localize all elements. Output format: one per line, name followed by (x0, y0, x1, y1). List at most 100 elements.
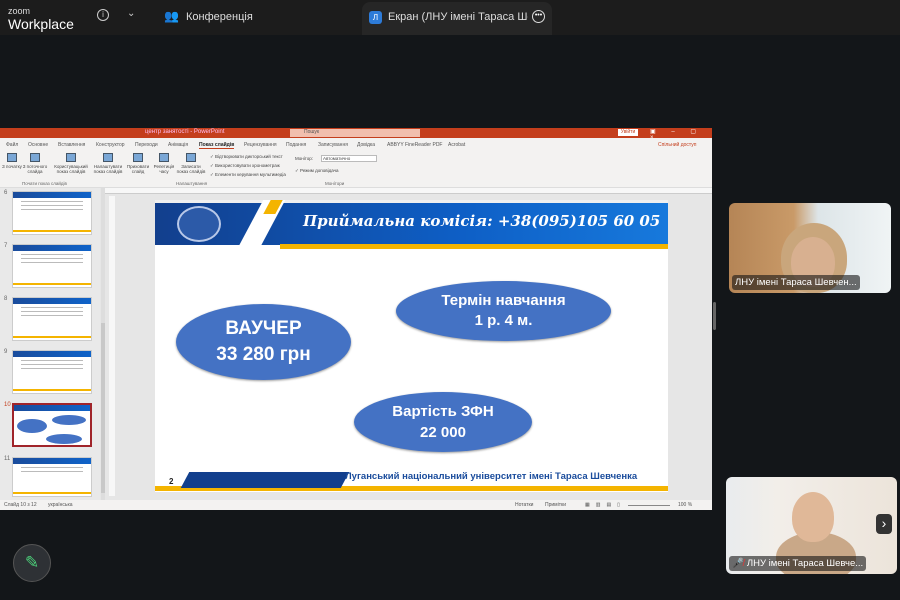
record-show-button[interactable]: Записати показ слайдів (176, 153, 206, 174)
monitor-label: Монітор: (295, 156, 314, 161)
participant-name-bar: 🎤̸ ЛНУ імені Тараса Шевче... (729, 556, 867, 571)
label: Приховати слайд (126, 164, 150, 174)
tab-design[interactable]: Конструктор (96, 142, 125, 148)
zoom-level: 100 % (678, 502, 693, 508)
share-button[interactable]: Спільний доступ (658, 142, 696, 148)
participant-face (792, 492, 834, 542)
label: З початку (2, 164, 22, 169)
thumb-number: 7 (4, 243, 8, 249)
thumbnails-scrollbar[interactable] (101, 188, 105, 500)
voucher-ellipse: ВАУЧЕР 33 280 грн (176, 304, 351, 380)
ribbon-tabs: Файл Основне Вставлення Конструктор Пере… (0, 138, 712, 150)
custom-show-button[interactable]: Користувацький показ слайдів (53, 153, 89, 174)
ribbon: З початку З поточного слайда Користуваць… (0, 150, 712, 188)
presenter-view-checkbox[interactable]: ✓ Режим доповідача (295, 168, 339, 174)
signin-button[interactable]: Увійти (618, 129, 638, 136)
share-scrollbar[interactable] (713, 302, 716, 330)
comments-button[interactable]: Примітки (545, 502, 566, 508)
share-avatar: Л (369, 11, 382, 24)
tab-record[interactable]: Записування (318, 142, 348, 148)
notes-button[interactable]: Нотатки (515, 502, 533, 508)
term-value: 1 р. 4 м. (474, 312, 533, 329)
label: Репетиція часу (153, 164, 175, 174)
share-tab-title: Екран (ЛНУ імені Тараса Шевче (388, 11, 528, 23)
slide-thumbnail[interactable] (12, 191, 92, 235)
tab-home[interactable]: Основне (28, 142, 48, 148)
label: Режим доповідача (300, 168, 339, 173)
cost-value: 22 000 (420, 424, 466, 441)
search-input[interactable]: Пошук (290, 129, 420, 137)
tab-animations[interactable]: Анімація (168, 142, 188, 148)
setup-show-button[interactable]: Налаштувати показ слайдів (93, 153, 123, 174)
monitor-select[interactable]: Автоматично (321, 155, 377, 162)
tab-review[interactable]: Рецензування (244, 142, 277, 148)
horizontal-ruler (105, 188, 712, 194)
participant-video-1[interactable]: ЛНУ імені Тараса Шевчен... (729, 203, 891, 293)
view-buttons[interactable]: ▦▥▤▯ (585, 502, 626, 508)
tab-slideshow[interactable]: Показ слайдів (199, 142, 235, 149)
participant-name: ЛНУ імені Тараса Шевчен... (732, 275, 860, 290)
document-title: центр занятості - PowerPoint (145, 129, 225, 135)
tab-abbyy[interactable]: ABBYY FineReader PDF (387, 142, 443, 148)
status-bar: Слайд 10 з 12 українська Нотатки Примітк… (0, 500, 712, 510)
next-page-chevron-icon[interactable]: › (876, 514, 892, 534)
slide-thumbnail[interactable] (12, 244, 92, 288)
slide-canvas: Приймальна комісія: +38(095)105 60 05 ВА… (155, 200, 668, 492)
label: Користувацький показ слайдів (54, 164, 88, 174)
play-narrations-checkbox[interactable]: ✓ Відтворювати дикторський текст (210, 154, 283, 160)
group-label: Почати показ слайдів (22, 181, 67, 186)
thumb-number: 6 (4, 190, 8, 196)
tab-transitions[interactable]: Переходи (135, 142, 158, 148)
label: Записати показ слайдів (176, 164, 206, 174)
tab-insert[interactable]: Вставлення (58, 142, 85, 148)
university-seal-icon (177, 206, 221, 242)
thumb-number: 11 (4, 456, 11, 462)
slide-counter: Слайд 10 з 12 (4, 502, 37, 508)
label: Відтворювати дикторський текст (215, 154, 283, 159)
tab-view[interactable]: Подання (286, 142, 306, 148)
title-bar: центр занятості - PowerPoint Пошук Увійт… (0, 128, 712, 141)
muted-mic-icon: 🎤̸ (732, 558, 744, 569)
use-timings-checkbox[interactable]: ✓ Використовувати хронометраж (210, 163, 280, 169)
meeting-tab[interactable]: Конференція (186, 11, 253, 23)
university-name: Луганський національний університет імен… (345, 471, 638, 482)
label: Налаштувати показ слайдів (93, 164, 123, 174)
slide-thumbnail[interactable] (12, 350, 92, 394)
more-icon[interactable]: ••• (532, 10, 545, 23)
slide-thumbnail-selected[interactable] (12, 403, 92, 447)
zoom-slider[interactable] (628, 505, 670, 506)
zoom-top-bar: zoom Workplace i ⌄ 👥 Конференція Л Екран… (0, 0, 900, 35)
slide-thumbnail[interactable] (12, 297, 92, 341)
slide-thumbnail[interactable] (12, 457, 92, 497)
voucher-amount: 33 280 грн (216, 344, 311, 365)
media-controls-checkbox[interactable]: ✓ Елементи керування мультимедіа (210, 172, 286, 178)
rehearse-timings-button[interactable]: Репетиція часу (149, 153, 179, 174)
voucher-title: ВАУЧЕР (225, 318, 302, 339)
zoom-logo-small: zoom (8, 6, 31, 16)
group-label: Монітори (325, 181, 345, 186)
annotate-pencil-button[interactable]: ✎ (13, 544, 51, 582)
admissions-phone: Приймальна комісія: +38(095)105 60 05 (303, 212, 661, 230)
chevron-down-icon[interactable]: ⌄ (127, 8, 135, 19)
label: З поточного слайда (22, 164, 48, 174)
footer-blue-band (180, 472, 350, 488)
group-label: Налаштування (176, 181, 208, 186)
language: українська (48, 502, 73, 508)
from-current-button[interactable]: З поточного слайда (20, 153, 50, 174)
tab-help[interactable]: Довідка (357, 142, 375, 148)
thumb-number: 8 (4, 296, 8, 302)
tab-file[interactable]: Файл (6, 142, 18, 148)
thumb-number: 9 (4, 349, 8, 355)
cost-ellipse: Вартість ЗФН 22 000 (354, 392, 532, 452)
participants-icon: 👥 (164, 9, 179, 23)
slide-thumbnails-pane: 6 7 8 9 10 11 (0, 188, 100, 500)
label: Використовувати хронометраж (215, 163, 280, 168)
participant-name: ЛНУ імені Тараса Шевче... (746, 558, 864, 569)
zoom-logo: Workplace (8, 16, 74, 32)
thumb-number: 10 (4, 402, 11, 408)
screen-share-tab[interactable]: Л Екран (ЛНУ імені Тараса Шевче ••• (362, 2, 552, 35)
info-icon[interactable]: i (97, 9, 109, 21)
tab-acrobat[interactable]: Acrobat (448, 142, 465, 148)
page-number: 2 (169, 477, 174, 486)
participant-video-2[interactable]: 🎤̸ ЛНУ імені Тараса Шевче... (726, 477, 897, 574)
